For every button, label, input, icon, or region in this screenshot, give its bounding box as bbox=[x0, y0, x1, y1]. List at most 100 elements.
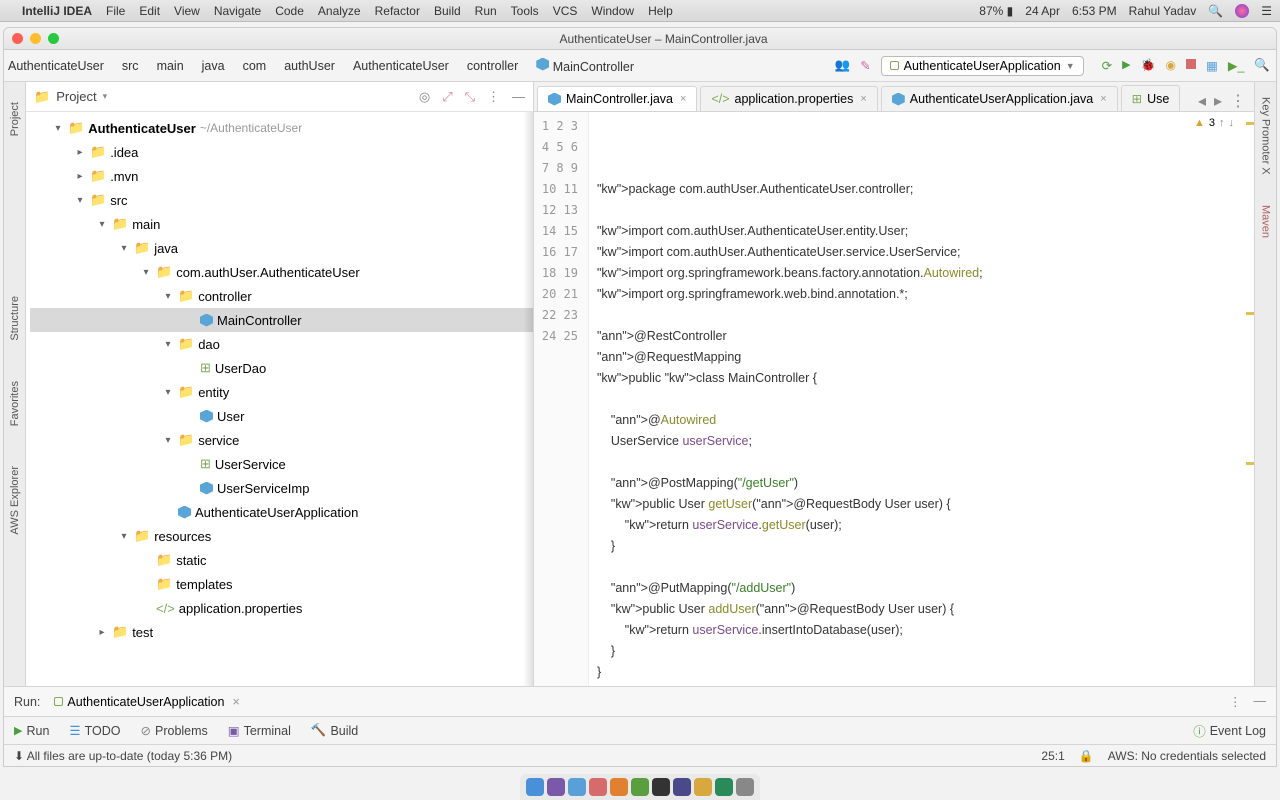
tree-item[interactable]: ▾📁 java bbox=[30, 236, 533, 260]
tree-item[interactable]: ▸📁 test bbox=[30, 620, 533, 644]
crumb-3[interactable]: java bbox=[198, 57, 229, 75]
aws-status[interactable]: AWS: No credentials selected bbox=[1108, 749, 1266, 763]
expand-icon[interactable]: ⤢ bbox=[442, 89, 452, 105]
tree-item[interactable]: UserServiceImp bbox=[30, 476, 533, 500]
tree-item[interactable]: ⊞ UserService bbox=[30, 452, 533, 476]
tree-item[interactable]: ▾📁 service bbox=[30, 428, 533, 452]
dock-app[interactable] bbox=[736, 778, 754, 796]
coverage-button[interactable]: ◉ bbox=[1166, 58, 1176, 73]
editor-tab[interactable]: </>application.properties× bbox=[700, 86, 877, 111]
menu-navigate[interactable]: Navigate bbox=[214, 4, 261, 18]
tab-list-icon[interactable]: ⋮ bbox=[1230, 91, 1246, 111]
dock-app[interactable] bbox=[610, 778, 628, 796]
tab-problems[interactable]: ⊘Problems bbox=[141, 723, 208, 738]
debug-button[interactable]: 🐞 bbox=[1141, 58, 1156, 73]
run-button[interactable]: ▶ bbox=[1122, 58, 1130, 73]
hide-icon[interactable]: — bbox=[512, 89, 525, 105]
code-editor[interactable]: "kw">package com.authUser.AuthenticateUs… bbox=[589, 112, 1254, 686]
dock-app[interactable] bbox=[568, 778, 586, 796]
close-tab-icon[interactable]: × bbox=[860, 93, 866, 105]
project-tree[interactable]: ▾📁 AuthenticateUser ~/AuthenticateUser▸📁… bbox=[26, 112, 533, 686]
menu-run[interactable]: Run bbox=[475, 4, 497, 18]
menu-file[interactable]: File bbox=[106, 4, 125, 18]
menu-edit[interactable]: Edit bbox=[139, 4, 160, 18]
app-name[interactable]: IntelliJ IDEA bbox=[22, 4, 92, 18]
menu-code[interactable]: Code bbox=[275, 4, 304, 18]
dock-app[interactable] bbox=[547, 778, 565, 796]
close-button[interactable] bbox=[12, 33, 23, 44]
tab-run[interactable]: ▶Run bbox=[14, 724, 49, 738]
tree-item[interactable]: ▾📁 resources bbox=[30, 524, 533, 548]
prev-tab-icon[interactable]: ◂ bbox=[1198, 91, 1206, 111]
caret-position[interactable]: 25:1 bbox=[1041, 749, 1064, 763]
stop-button[interactable] bbox=[1186, 58, 1196, 73]
minimize-button[interactable] bbox=[30, 33, 41, 44]
error-stripe[interactable] bbox=[1244, 112, 1254, 686]
search-icon[interactable]: 🔍 bbox=[1254, 58, 1270, 73]
dock-app[interactable] bbox=[715, 778, 733, 796]
dock-app[interactable] bbox=[631, 778, 649, 796]
close-run-tab[interactable]: × bbox=[232, 695, 239, 709]
inspection-widget[interactable]: ▲ 3 ↑↓ bbox=[1194, 117, 1234, 129]
macos-dock[interactable] bbox=[520, 774, 760, 800]
dock-app[interactable] bbox=[673, 778, 691, 796]
vcs-widget[interactable]: ⬇ All files are up-to-date (today 5:36 P… bbox=[14, 749, 232, 763]
menu-build[interactable]: Build bbox=[434, 4, 461, 18]
tree-item[interactable]: 📁 static bbox=[30, 548, 533, 572]
run-hide-icon[interactable]: — bbox=[1254, 694, 1267, 709]
tree-item[interactable]: ⊞ UserDao bbox=[30, 356, 533, 380]
dock-app[interactable] bbox=[589, 778, 607, 796]
tool-favorites[interactable]: Favorites bbox=[9, 381, 21, 426]
run-config-selector[interactable]: AuthenticateUserApplication ▼ bbox=[881, 56, 1084, 76]
dock-app[interactable] bbox=[694, 778, 712, 796]
layout-icon[interactable]: ▦ bbox=[1206, 58, 1218, 73]
editor-tab[interactable]: ⊞Use bbox=[1121, 85, 1181, 111]
tree-item[interactable]: ▾📁 src bbox=[30, 188, 533, 212]
editor-tab[interactable]: MainController.java× bbox=[537, 86, 697, 111]
tree-item[interactable]: ▾📁 dao bbox=[30, 332, 533, 356]
tree-item[interactable]: </> application.properties bbox=[30, 596, 533, 620]
zoom-button[interactable] bbox=[48, 33, 59, 44]
tool-project[interactable]: Project bbox=[9, 102, 21, 136]
crumb-1[interactable]: src bbox=[118, 57, 143, 75]
event-log[interactable]: ⓘEvent Log bbox=[1193, 721, 1266, 740]
crumb-5[interactable]: authUser bbox=[280, 57, 339, 75]
tree-item[interactable]: ▾📁 controller bbox=[30, 284, 533, 308]
tree-item[interactable]: 📁 templates bbox=[30, 572, 533, 596]
siri-icon[interactable] bbox=[1235, 4, 1249, 18]
spotlight-icon[interactable]: 🔍 bbox=[1208, 4, 1223, 18]
tree-item[interactable]: ▸📁 .idea bbox=[30, 140, 533, 164]
menu-tools[interactable]: Tools bbox=[511, 4, 539, 18]
tree-item[interactable]: ▾📁 main bbox=[30, 212, 533, 236]
menu-window[interactable]: Window bbox=[591, 4, 634, 18]
tree-item[interactable]: ▾📁 com.authUser.AuthenticateUser bbox=[30, 260, 533, 284]
next-tab-icon[interactable]: ▸ bbox=[1214, 91, 1222, 111]
collapse-icon[interactable]: ⤡ bbox=[465, 89, 475, 105]
tab-build[interactable]: 🔨Build bbox=[311, 723, 358, 738]
close-tab-icon[interactable]: × bbox=[1100, 93, 1106, 105]
project-view-title[interactable]: Project bbox=[56, 89, 96, 104]
settings-icon[interactable]: ⋮ bbox=[487, 89, 500, 105]
crumb-4[interactable]: com bbox=[239, 57, 271, 75]
tree-item[interactable]: ▸📁 .mvn bbox=[30, 164, 533, 188]
menu-refactor[interactable]: Refactor bbox=[375, 4, 420, 18]
run-tab[interactable]: AuthenticateUserApplication × bbox=[54, 695, 239, 709]
crumb-0[interactable]: AuthenticateUser bbox=[4, 57, 108, 75]
menu-vcs[interactable]: VCS bbox=[553, 4, 578, 18]
tree-item[interactable]: AuthenticateUserApplication bbox=[30, 500, 533, 524]
run-anything-icon[interactable]: ▶_ bbox=[1228, 58, 1245, 73]
menu-analyze[interactable]: Analyze bbox=[318, 4, 361, 18]
wand-icon[interactable]: ✎ bbox=[860, 58, 870, 73]
menu-view[interactable]: View bbox=[174, 4, 200, 18]
tree-item[interactable]: ▾📁 AuthenticateUser ~/AuthenticateUser bbox=[30, 116, 533, 140]
tool-keypromoter[interactable]: Key Promoter X bbox=[1260, 97, 1272, 175]
close-tab-icon[interactable]: × bbox=[680, 93, 686, 105]
dock-app[interactable] bbox=[526, 778, 544, 796]
tool-maven[interactable]: Maven bbox=[1260, 205, 1272, 238]
editor-tab[interactable]: AuthenticateUserApplication.java× bbox=[881, 86, 1118, 111]
tool-structure[interactable]: Structure bbox=[9, 296, 21, 341]
target-icon[interactable]: ◎ bbox=[419, 89, 430, 105]
tab-terminal[interactable]: ▣Terminal bbox=[228, 723, 291, 738]
user-icon[interactable]: 👥 bbox=[835, 58, 851, 73]
crumb-8[interactable]: MainController bbox=[532, 56, 638, 76]
